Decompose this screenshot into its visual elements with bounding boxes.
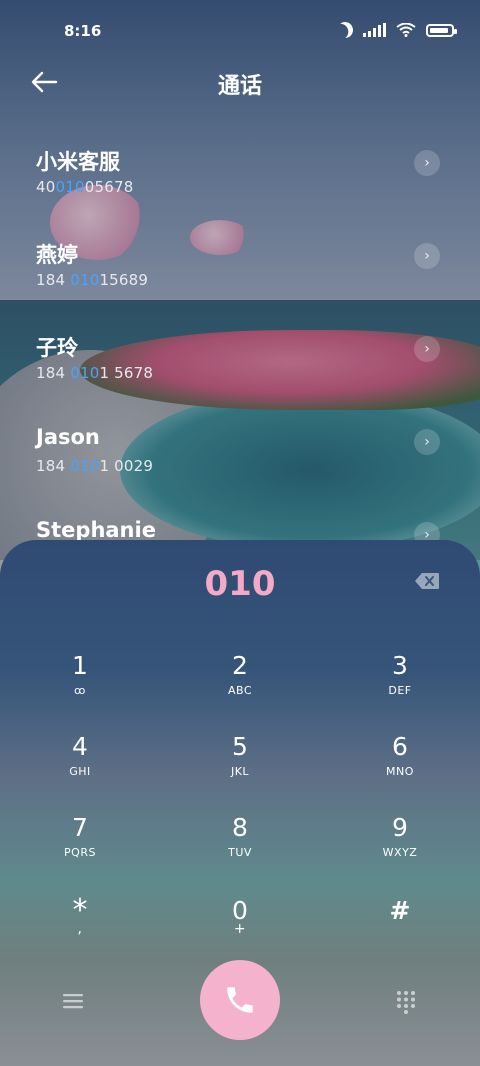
contact-item[interactable]: 子玲 184 0101 5678 ›	[0, 326, 480, 396]
key-digit: 4	[72, 732, 88, 761]
key-digit: 9	[392, 813, 408, 842]
call-button[interactable]	[200, 960, 280, 1040]
contact-number: 184 01015689	[36, 271, 149, 289]
contact-number: 4001005678	[36, 178, 134, 196]
chevron-right-icon[interactable]: ›	[414, 336, 440, 362]
key-digit: 2	[232, 651, 248, 680]
status-bar: 8:16	[0, 0, 480, 60]
menu-icon[interactable]	[62, 992, 84, 1010]
dial-key-star[interactable]: * ,	[0, 895, 160, 965]
chevron-right-icon[interactable]: ›	[414, 243, 440, 269]
key-letters: MNO	[386, 765, 414, 778]
dialed-number: 010	[204, 564, 276, 604]
key-letters: PQRS	[64, 846, 96, 859]
key-letters: ABC	[227, 684, 253, 697]
key-letters: ,	[77, 921, 83, 937]
key-letters: GHI	[69, 765, 91, 778]
contact-name: 小米客服	[36, 150, 120, 174]
dialer-panel: 010 1 ꝏ 2 ABC 3 DEF 4 GHI 5 JKL 6 MNO 7 …	[0, 540, 480, 1066]
contact-name: Stephanie	[36, 518, 156, 542]
dial-key-7[interactable]: 7 PQRS	[0, 812, 160, 882]
dial-key-8[interactable]: 8 TUV	[160, 812, 320, 882]
dial-key-4[interactable]: 4 GHI	[0, 731, 160, 801]
battery-icon	[426, 23, 457, 37]
key-letters: JKL	[230, 765, 250, 778]
key-digit: 5	[232, 732, 248, 761]
phone-icon	[227, 987, 253, 1013]
key-letters: WXYZ	[382, 846, 418, 859]
key-letters: DEF	[388, 684, 412, 697]
contact-item[interactable]: 燕婷 184 01015689 ›	[0, 233, 480, 303]
backspace-icon[interactable]	[414, 572, 440, 590]
page-title: 通话	[217, 74, 262, 99]
dialpad-icon[interactable]	[396, 990, 416, 1014]
dial-key-2[interactable]: 2 ABC	[160, 650, 320, 720]
contact-item[interactable]: Jason 184 0101 0029 ›	[0, 419, 480, 489]
key-letters: +	[233, 921, 247, 937]
dial-key-hash[interactable]: #	[320, 895, 480, 965]
dial-key-5[interactable]: 5 JKL	[160, 731, 320, 801]
chevron-right-icon[interactable]: ›	[414, 150, 440, 176]
contact-item[interactable]: 小米客服 4001005678 ›	[0, 140, 480, 210]
dial-key-0[interactable]: 0 +	[160, 895, 320, 965]
dialer-bottom-bar	[0, 960, 480, 1050]
wifi-icon	[396, 23, 416, 37]
chevron-right-icon[interactable]: ›	[414, 429, 440, 455]
key-digit: 3	[392, 651, 408, 680]
key-digit: 8	[232, 813, 248, 842]
contact-number: 184 0101 5678	[36, 364, 154, 382]
contact-name: Jason	[36, 425, 100, 449]
contact-name: 子玲	[36, 336, 78, 360]
dial-key-9[interactable]: 9 WXYZ	[320, 812, 480, 882]
key-letters: TUV	[228, 846, 252, 859]
dial-key-6[interactable]: 6 MNO	[320, 731, 480, 801]
key-digit: 7	[72, 813, 88, 842]
key-digit: 1	[72, 651, 88, 680]
page-header: 通话	[0, 60, 480, 106]
dial-key-3[interactable]: 3 DEF	[320, 650, 480, 720]
signal-icon	[363, 23, 386, 37]
status-time: 8:16	[64, 22, 102, 40]
key-digit: #	[389, 896, 411, 925]
contact-number: 184 0101 0029	[36, 457, 154, 475]
voicemail-icon: ꝏ	[74, 684, 86, 697]
dial-key-1[interactable]: 1 ꝏ	[0, 650, 160, 720]
contact-name: 燕婷	[36, 243, 78, 267]
key-digit: 6	[392, 732, 408, 761]
do-not-disturb-icon	[335, 20, 356, 41]
